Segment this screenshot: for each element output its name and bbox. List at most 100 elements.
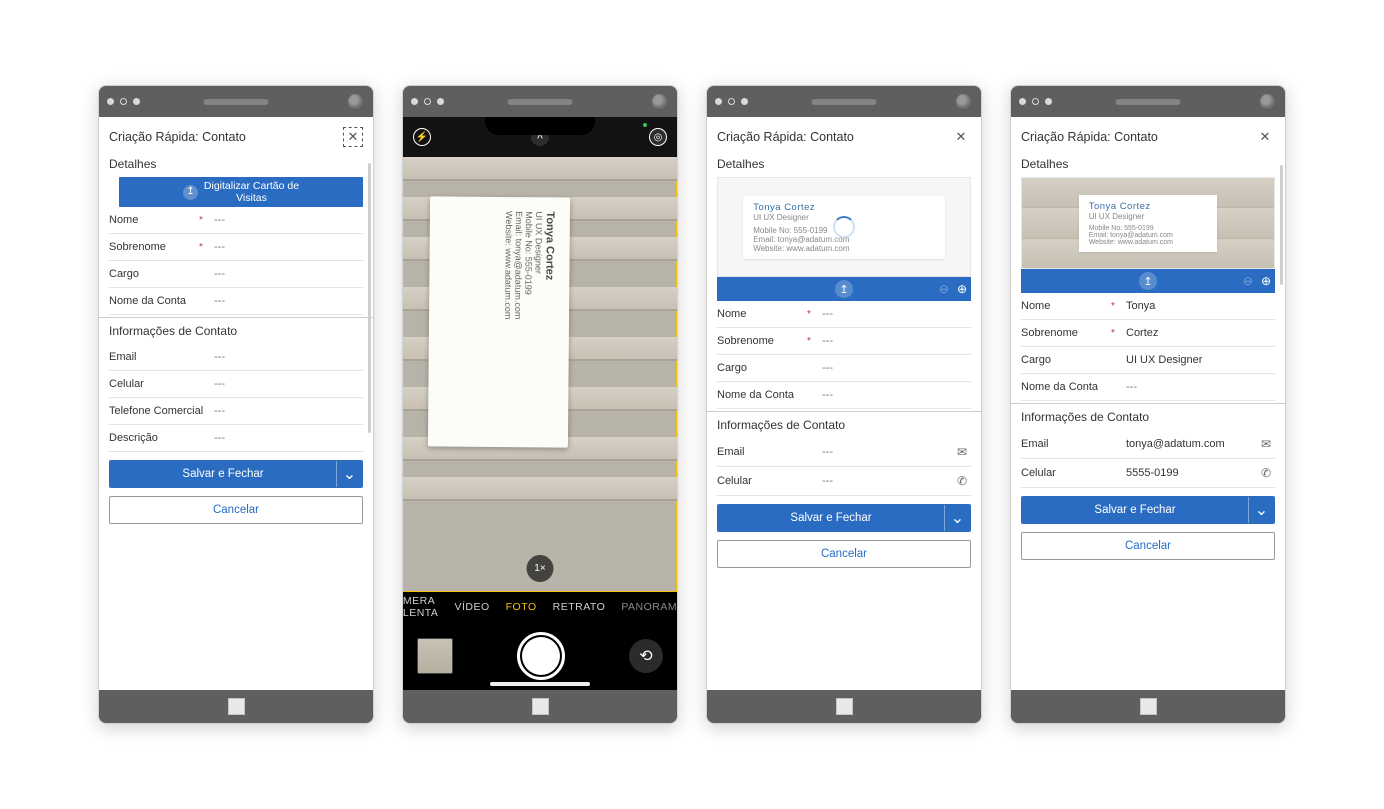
close-icon[interactable]: ✕ bbox=[343, 127, 363, 147]
value-cargo[interactable]: UI UX Designer bbox=[1116, 354, 1275, 366]
close-icon[interactable]: ✕ bbox=[951, 127, 971, 147]
scrollbar[interactable] bbox=[368, 163, 371, 433]
label-celular: Celular bbox=[109, 378, 204, 390]
live-photo-icon[interactable]: ◎ bbox=[649, 128, 667, 146]
value-celular[interactable]: 5555-0199 bbox=[1116, 467, 1257, 479]
save-close-split-button[interactable]: Salvar e Fechar ⌄ bbox=[1021, 496, 1275, 524]
label-cargo: Cargo bbox=[1021, 354, 1116, 366]
label-nome: Nome bbox=[109, 214, 204, 226]
upload-icon[interactable]: ↥ bbox=[1139, 272, 1157, 290]
save-close-split-button[interactable]: Salvar e Fechar ⌄ bbox=[717, 504, 971, 532]
label-conta: Nome da Conta bbox=[1021, 381, 1116, 393]
phone-icon[interactable]: ✆ bbox=[953, 474, 971, 488]
home-button[interactable] bbox=[1140, 698, 1157, 715]
phone-frame-4: Criação Rápida: Contato ✕ Detalhes Tonya… bbox=[1010, 85, 1286, 724]
scrollbar[interactable] bbox=[1280, 165, 1283, 285]
value-celular[interactable]: --- bbox=[204, 378, 363, 390]
label-sobrenome: Sobrenome bbox=[717, 335, 812, 347]
preview-toolbar: ↥ ⊖ ⊕ bbox=[1021, 269, 1275, 293]
cancel-button[interactable]: Cancelar bbox=[1021, 532, 1275, 560]
value-conta[interactable]: --- bbox=[812, 389, 971, 401]
value-email[interactable]: --- bbox=[204, 351, 363, 363]
home-button[interactable] bbox=[532, 698, 549, 715]
value-descricao[interactable]: --- bbox=[204, 432, 363, 444]
value-nome[interactable]: Tonya bbox=[1116, 300, 1275, 312]
save-dropdown[interactable]: ⌄ bbox=[336, 461, 362, 487]
mode-video[interactable]: VÍDEO bbox=[454, 601, 489, 613]
phone-icon[interactable]: ✆ bbox=[1257, 466, 1275, 480]
zoom-in-icon[interactable]: ⊕ bbox=[1261, 274, 1271, 288]
value-sobrenome[interactable]: --- bbox=[812, 335, 971, 347]
loading-spinner bbox=[833, 216, 855, 238]
save-close-button[interactable]: Salvar e Fechar bbox=[1022, 497, 1248, 523]
screen-camera: ⚡ ˄ ◎ Tonya Cortez UI UX Designer bbox=[403, 117, 677, 690]
card-web: Website: www.adatum.com bbox=[502, 211, 514, 433]
home-button[interactable] bbox=[836, 698, 853, 715]
camera-mode-selector[interactable]: MERA LENTA VÍDEO FOTO RETRATO PANORAM bbox=[403, 592, 677, 622]
value-sobrenome[interactable]: --- bbox=[204, 241, 363, 253]
value-nome[interactable]: --- bbox=[812, 308, 971, 320]
phone-frame-2: ⚡ ˄ ◎ Tonya Cortez UI UX Designer bbox=[402, 85, 678, 724]
label-sobrenome: Sobrenome bbox=[109, 241, 204, 253]
close-icon[interactable]: ✕ bbox=[1255, 127, 1275, 147]
value-conta[interactable]: --- bbox=[1116, 381, 1275, 393]
mode-pano[interactable]: PANORAM bbox=[621, 601, 677, 613]
value-conta[interactable]: --- bbox=[204, 295, 363, 307]
page-title: Criação Rápida: Contato bbox=[1021, 130, 1158, 144]
label-celular: Celular bbox=[1021, 467, 1116, 479]
label-email: Email bbox=[109, 351, 204, 363]
phone-frame-3: Criação Rápida: Contato ✕ Detalhes Tonya… bbox=[706, 85, 982, 724]
zoom-level[interactable]: 1× bbox=[527, 555, 554, 582]
card-name: Tonya Cortez bbox=[753, 202, 935, 213]
save-close-button[interactable]: Salvar e Fechar bbox=[110, 461, 336, 487]
value-celular[interactable]: --- bbox=[812, 475, 953, 487]
section-details: Detalhes bbox=[707, 153, 981, 177]
flash-icon[interactable]: ⚡ bbox=[413, 128, 431, 146]
value-email[interactable]: tonya@adatum.com bbox=[1116, 438, 1257, 450]
card-preview: Tonya Cortez UI UX Designer Mobile No: 5… bbox=[1021, 177, 1275, 269]
home-indicator[interactable] bbox=[490, 682, 590, 686]
save-close-split-button[interactable]: Salvar e Fechar ⌄ bbox=[109, 460, 363, 488]
value-email[interactable]: --- bbox=[812, 446, 953, 458]
mail-icon[interactable]: ✉ bbox=[953, 445, 971, 459]
mode-photo[interactable]: FOTO bbox=[506, 601, 537, 613]
card-name: Tonya Cortez bbox=[1089, 201, 1208, 212]
value-sobrenome[interactable]: Cortez bbox=[1116, 327, 1275, 339]
label-cargo: Cargo bbox=[109, 268, 204, 280]
label-conta: Nome da Conta bbox=[717, 389, 812, 401]
zoom-in-icon[interactable]: ⊕ bbox=[957, 282, 967, 296]
device-top-bar bbox=[99, 86, 373, 117]
last-photo-thumbnail[interactable] bbox=[417, 638, 453, 674]
card-preview: Tonya Cortez UI UX Designer Mobile No: 5… bbox=[717, 177, 971, 277]
section-contact-info: Informações de Contato bbox=[1011, 403, 1285, 430]
card-name: Tonya Cortez bbox=[542, 211, 556, 433]
scan-card-button[interactable]: ↥ Digitalizar Cartão de Visitas bbox=[119, 177, 363, 207]
zoom-out-icon[interactable]: ⊖ bbox=[939, 282, 949, 296]
save-dropdown[interactable]: ⌄ bbox=[1248, 497, 1274, 523]
preview-toolbar: ↥ ⊖ ⊕ bbox=[717, 277, 971, 301]
home-button[interactable] bbox=[228, 698, 245, 715]
section-details: Detalhes bbox=[99, 153, 373, 177]
camera-viewfinder[interactable]: Tonya Cortez UI UX Designer Mobile No: 5… bbox=[403, 157, 677, 592]
label-email: Email bbox=[717, 446, 812, 458]
card-web: Website: www.adatum.com bbox=[753, 244, 935, 253]
zoom-out-icon[interactable]: ⊖ bbox=[1243, 274, 1253, 288]
upload-icon[interactable]: ↥ bbox=[835, 280, 853, 298]
label-email: Email bbox=[1021, 438, 1116, 450]
cancel-button[interactable]: Cancelar bbox=[109, 496, 363, 524]
save-close-button[interactable]: Salvar e Fechar bbox=[718, 505, 944, 531]
save-dropdown[interactable]: ⌄ bbox=[944, 505, 970, 531]
mail-icon[interactable]: ✉ bbox=[1257, 437, 1275, 451]
value-telcom[interactable]: --- bbox=[204, 405, 363, 417]
value-cargo[interactable]: --- bbox=[812, 362, 971, 374]
card-title: UI UX Designer bbox=[1089, 212, 1208, 221]
notch bbox=[485, 117, 595, 135]
device-top-bar bbox=[403, 86, 677, 117]
screen-quick-create-filled: Criação Rápida: Contato ✕ Detalhes Tonya… bbox=[1011, 117, 1285, 690]
value-cargo[interactable]: --- bbox=[204, 268, 363, 280]
shutter-button[interactable] bbox=[517, 632, 565, 680]
cancel-button[interactable]: Cancelar bbox=[717, 540, 971, 568]
flip-camera-icon[interactable]: ⟲ bbox=[629, 639, 663, 673]
mode-portrait[interactable]: RETRATO bbox=[553, 601, 606, 613]
value-nome[interactable]: --- bbox=[204, 214, 363, 226]
